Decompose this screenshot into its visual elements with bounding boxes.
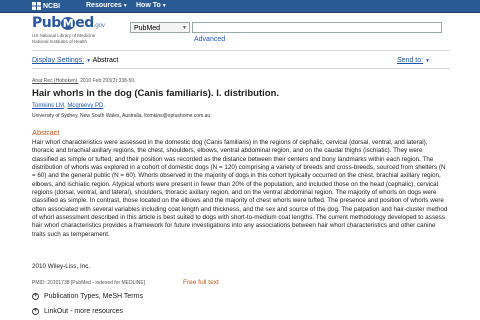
section-publication-types[interactable]: + Publication Types, MeSH Terms: [32, 293, 143, 300]
copyright: 2010 Wiley-Liss, Inc.: [32, 263, 91, 270]
author-list: Tomkins LM, Mcgreevy PD.: [32, 103, 106, 109]
pubmed-logo-m: M: [60, 17, 76, 30]
chevron-down-icon: ▼: [161, 3, 167, 9]
chevron-down-icon: ▼: [122, 3, 128, 9]
abstract-heading: Abstract: [32, 128, 60, 137]
pmid-line: PMID: 20101738 [PubMed - indexed for MED…: [32, 280, 146, 286]
citation: Anat Rec (Hoboken). 2010 Feb;293(2):338-…: [32, 78, 135, 84]
pubmed-logo-gov: .gov: [93, 22, 105, 29]
plus-icon: +: [32, 308, 39, 315]
chevron-down-icon: ▼: [86, 58, 92, 64]
display-settings[interactable]: Display Settings: ▼ Abstract: [32, 57, 118, 64]
menu-resources[interactable]: Resources▼: [86, 2, 128, 9]
ncbi-logo[interactable]: NCBI: [32, 2, 60, 10]
chevron-down-icon: ▼: [182, 25, 187, 31]
menu-resources-label: Resources: [86, 2, 122, 9]
menu-how-to[interactable]: How To▼: [136, 2, 167, 9]
citation-details: 2010 Feb;293(2):338-50.: [78, 78, 136, 84]
pubmed-logo[interactable]: Pub Med.gov: [32, 15, 105, 31]
database-select[interactable]: PubMed ▼: [130, 22, 190, 33]
free-full-text-link[interactable]: Free full text: [183, 279, 219, 286]
advanced-search-link[interactable]: Advanced: [194, 36, 225, 43]
send-to[interactable]: Send to: ▼: [397, 57, 430, 64]
author-link[interactable]: Tomkins LM: [32, 103, 64, 109]
affiliation: University of Sydney, New South Wales, A…: [32, 113, 211, 119]
divider: [32, 50, 450, 51]
nih-line: National Institutes of Health: [32, 38, 88, 44]
pubmed-logo-pub: Pub: [32, 15, 61, 31]
section-label: LinkOut - more resources: [44, 308, 123, 315]
divider: [32, 68, 450, 69]
plus-icon: +: [32, 293, 39, 300]
ncbi-logo-text: NCBI: [43, 2, 61, 10]
send-to-link[interactable]: Send to:: [397, 57, 423, 64]
journal-link[interactable]: Anat Rec (Hoboken).: [32, 78, 79, 84]
article-title: Hair whorls in the dog (Canis familiaris…: [32, 88, 280, 99]
chevron-down-icon: ▼: [425, 58, 430, 64]
ncbi-logo-icon: [32, 2, 41, 10]
menu-how-to-label: How To: [136, 2, 161, 9]
pubmed-logo-ed: ed: [75, 15, 94, 31]
display-settings-value: Abstract: [92, 57, 119, 64]
database-select-value: PubMed: [134, 25, 161, 32]
search-input[interactable]: [192, 22, 442, 33]
author-link[interactable]: Mcgreevy PD: [67, 103, 103, 109]
display-settings-link[interactable]: Display Settings:: [32, 57, 84, 64]
nlm-line: US National Library of Medicine: [32, 33, 96, 38]
abstract-text: Hair whorl characteristics were assessed…: [32, 139, 448, 238]
nlm-subtitle: US National Library of Medicine National…: [32, 33, 95, 44]
section-linkout[interactable]: + LinkOut - more resources: [32, 308, 123, 315]
section-label: Publication Types, MeSH Terms: [44, 293, 143, 300]
ncbi-top-bar: NCBI Resources▼ How To▼: [0, 0, 480, 13]
